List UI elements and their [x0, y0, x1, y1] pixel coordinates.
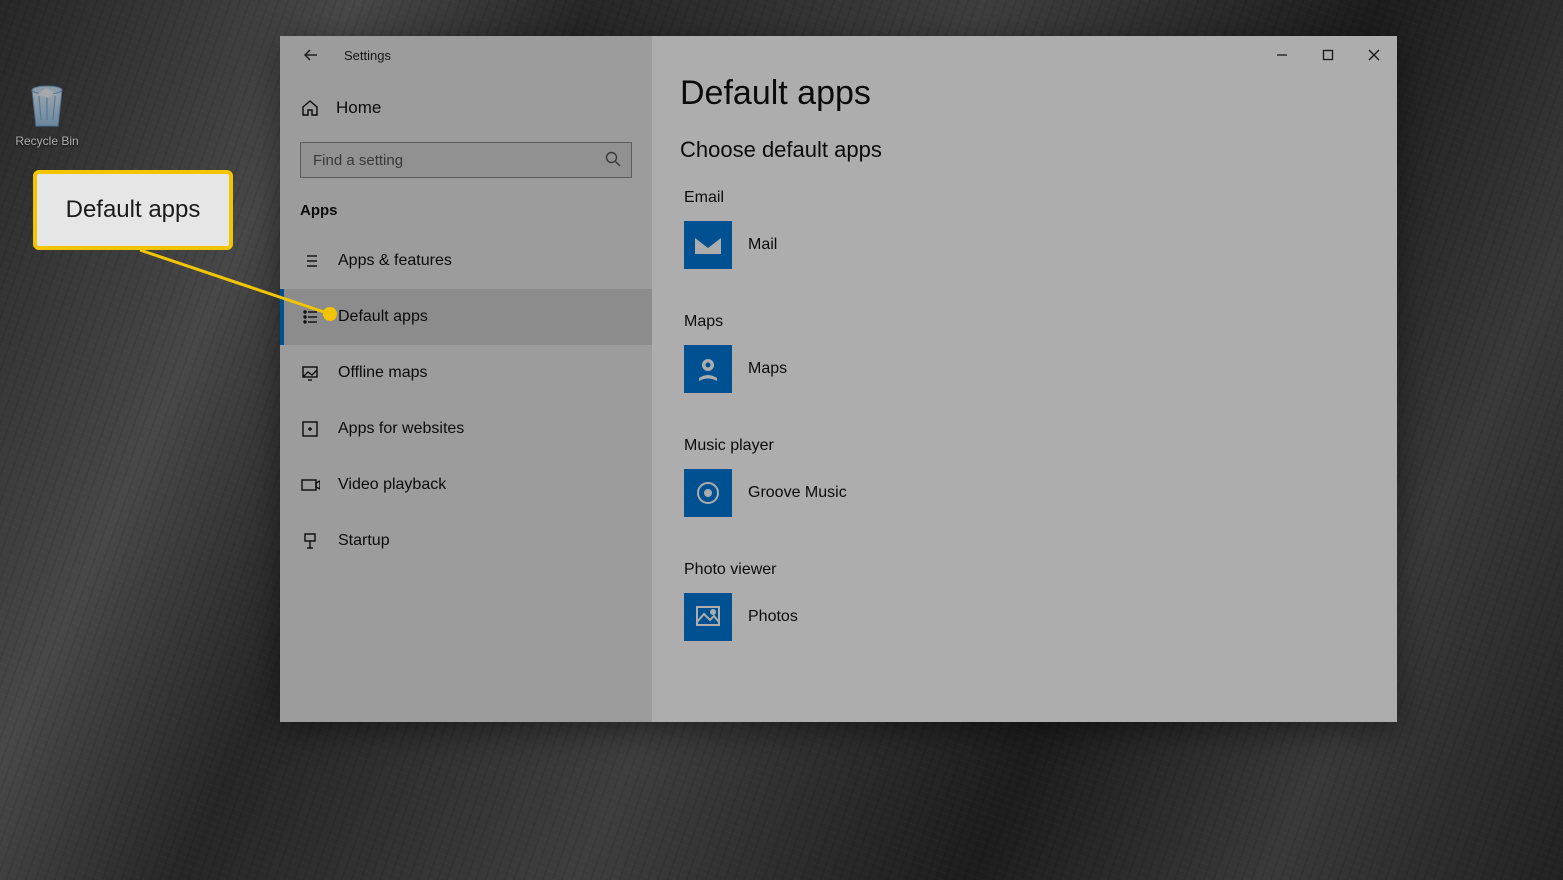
sidebar-item-label: Video playback — [338, 476, 446, 494]
sidebar-item-label: Apps & features — [338, 252, 452, 270]
sidebar-item-label: Offline maps — [338, 364, 428, 382]
sidebar-item-label: Startup — [338, 532, 390, 550]
app-tile-icon — [684, 469, 732, 517]
app-name: Groove Music — [748, 484, 847, 502]
sidebar-item-video-playback[interactable]: Video playback — [280, 457, 652, 513]
sidebar-item-startup[interactable]: Startup — [280, 513, 652, 569]
callout-text: Default apps — [66, 196, 201, 224]
window-title: Settings — [344, 48, 391, 63]
close-button[interactable] — [1351, 36, 1397, 74]
nav-icon — [300, 475, 320, 495]
nav-icon — [300, 307, 320, 327]
app-tile-icon — [684, 221, 732, 269]
category-label: Maps — [684, 313, 1397, 331]
default-app-email[interactable]: Mail — [684, 221, 1397, 269]
sidebar-section-label: Apps — [280, 196, 652, 233]
maximize-button[interactable] — [1305, 36, 1351, 74]
desktop-icon-recycle-bin[interactable]: Recycle Bin — [12, 80, 82, 148]
default-app-maps[interactable]: Maps — [684, 345, 1397, 393]
sidebar-item-label: Apps for websites — [338, 420, 464, 438]
search-input[interactable] — [300, 142, 632, 178]
nav-icon — [300, 251, 320, 271]
sidebar-item-apps-features[interactable]: Apps & features — [280, 233, 652, 289]
back-button[interactable] — [298, 42, 324, 68]
callout-default-apps: Default apps — [33, 170, 233, 250]
app-name: Mail — [748, 236, 777, 254]
sidebar: Settings Home Apps Apps & features Defaul… — [280, 36, 652, 722]
page-title: Default apps — [680, 74, 1397, 113]
app-name: Maps — [748, 360, 787, 378]
sidebar-item-label: Default apps — [338, 308, 428, 326]
category-label: Photo viewer — [684, 561, 1397, 579]
nav-icon — [300, 531, 320, 551]
recycle-bin-label: Recycle Bin — [12, 134, 82, 148]
page-subhead: Choose default apps — [680, 137, 1397, 163]
settings-window: Settings Home Apps Apps & features Defaul… — [280, 36, 1397, 722]
minimize-button[interactable] — [1259, 36, 1305, 74]
nav-icon — [300, 363, 320, 383]
nav-home-label: Home — [336, 98, 381, 118]
search-container — [300, 142, 632, 178]
sidebar-item-apps-for-websites[interactable]: Apps for websites — [280, 401, 652, 457]
content-pane: Default apps Choose default apps Email Ma… — [652, 36, 1397, 722]
sidebar-nav-list: Apps & features Default apps Offline maps A… — [280, 233, 652, 569]
window-controls — [1259, 36, 1397, 74]
search-icon — [604, 150, 622, 173]
app-tile-icon — [684, 345, 732, 393]
default-apps-list: Email Mail Maps Maps Music player Groove Musi… — [680, 189, 1397, 641]
nav-home[interactable]: Home — [280, 74, 652, 130]
recycle-bin-icon — [26, 80, 68, 128]
default-app-photo-viewer[interactable]: Photos — [684, 593, 1397, 641]
sidebar-item-offline-maps[interactable]: Offline maps — [280, 345, 652, 401]
home-icon — [300, 98, 320, 118]
titlebar: Settings — [280, 36, 652, 74]
category-label: Email — [684, 189, 1397, 207]
category-label: Music player — [684, 437, 1397, 455]
nav-icon — [300, 419, 320, 439]
sidebar-item-default-apps[interactable]: Default apps — [280, 289, 652, 345]
app-name: Photos — [748, 608, 798, 626]
app-tile-icon — [684, 593, 732, 641]
default-app-music-player[interactable]: Groove Music — [684, 469, 1397, 517]
